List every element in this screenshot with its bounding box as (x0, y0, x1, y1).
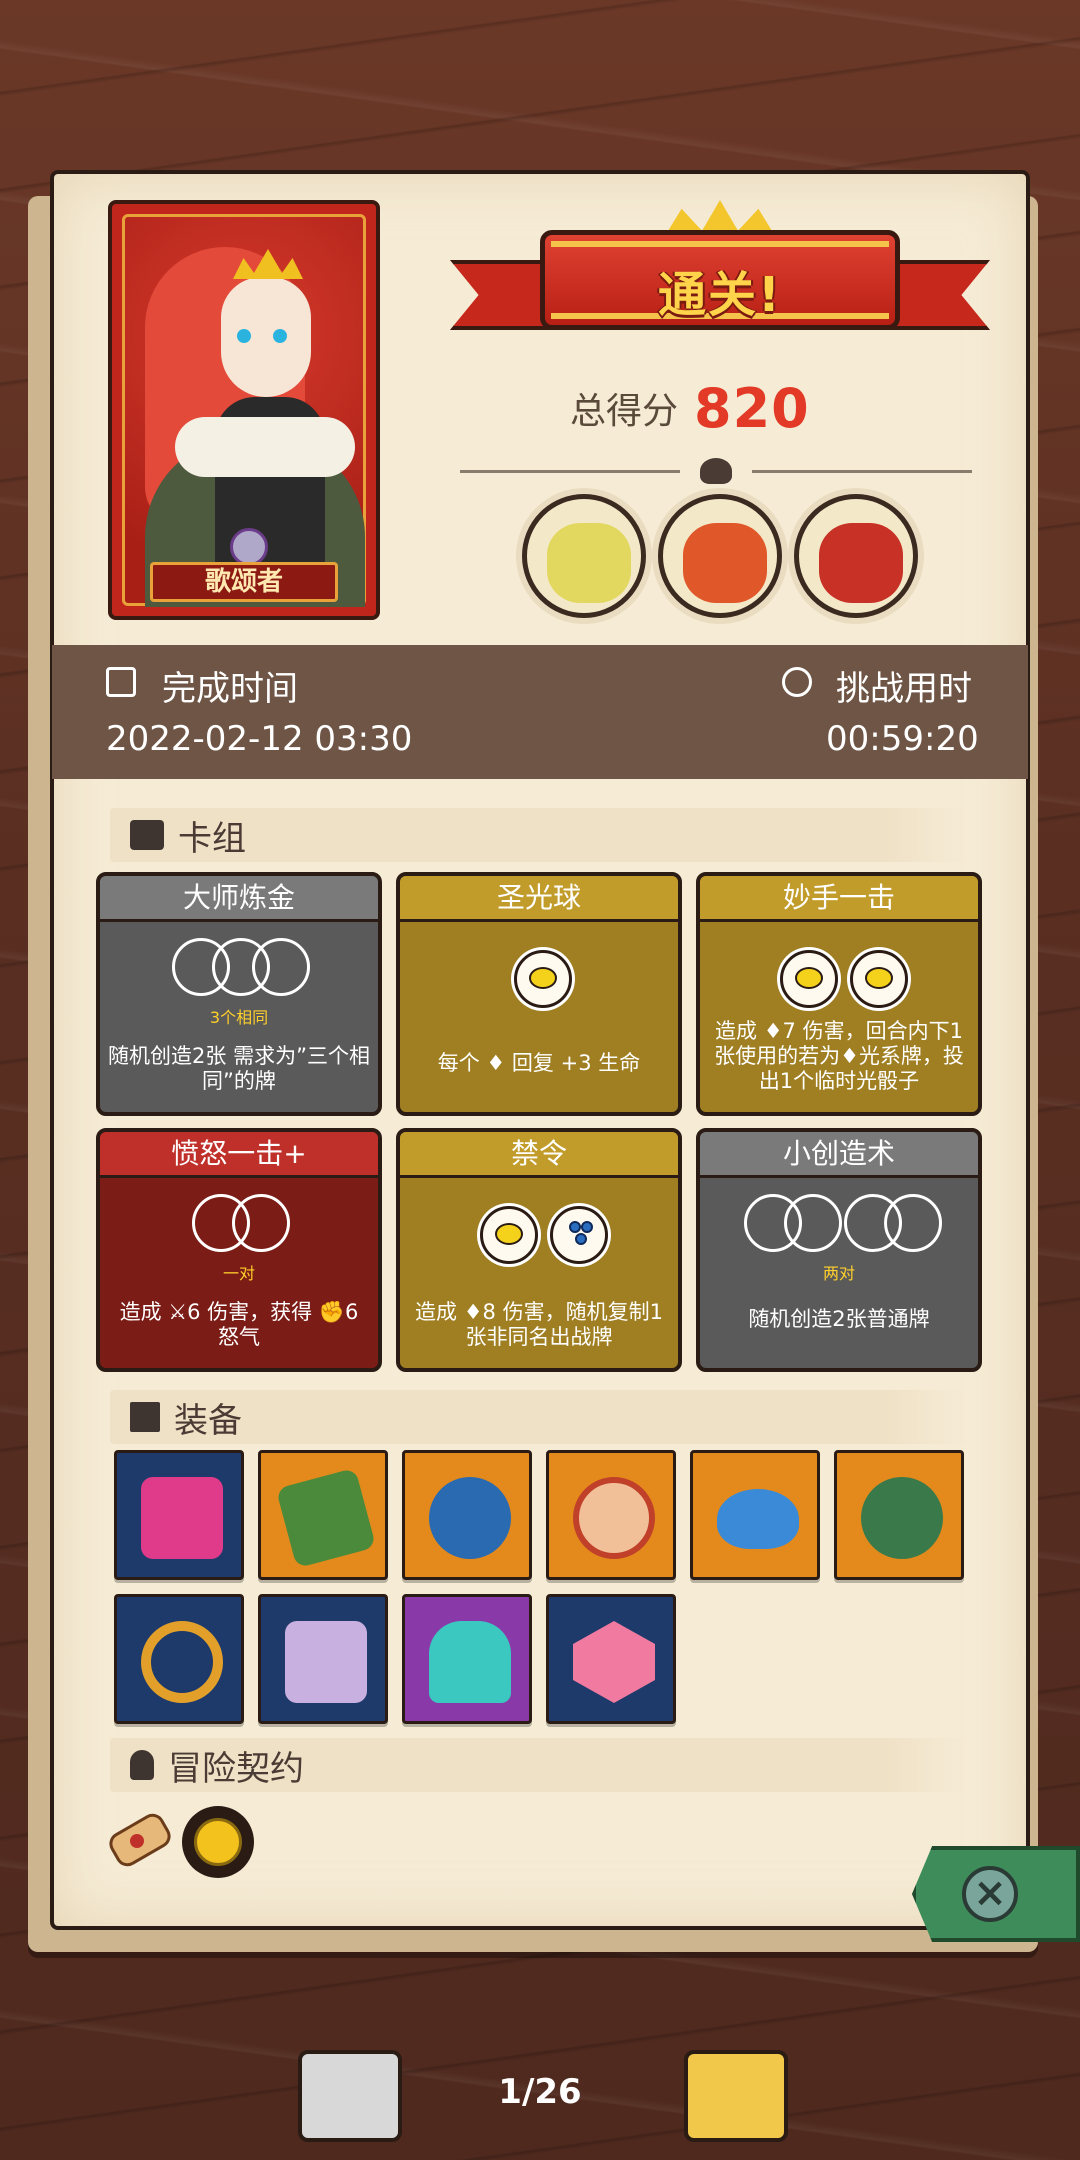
skull-icon (700, 458, 732, 484)
deck-card[interactable]: 小创造术 两对 随机创造2张普通牌 (696, 1128, 982, 1372)
divider-line (460, 470, 680, 473)
spiked-ball-icon[interactable] (402, 1450, 532, 1580)
hero-medal-icon (230, 528, 268, 566)
card-body: 造成 ♦8 伤害，随机复制1张非同名出战牌 (400, 1178, 678, 1368)
victory-banner: 通关! (450, 200, 990, 380)
prev-page-button[interactable] (298, 2050, 402, 2142)
dice-slot (784, 1194, 842, 1252)
lemon-coin-icon[interactable] (180, 1804, 256, 1880)
deck-card[interactable]: 妙手一击 造成 ♦7 伤害，回合内下1张使用的若为♦光系牌，投出1个临时光骰子 (696, 872, 982, 1116)
defeated-bosses (522, 494, 918, 618)
calendar-icon (106, 667, 136, 697)
lemon-dice-slot (514, 950, 572, 1008)
lemon-dice-slot (780, 950, 838, 1008)
divider-line (752, 470, 972, 473)
crystal-crown-icon[interactable] (402, 1594, 532, 1724)
deck-card[interactable]: 愤怒一击+ 一对 造成 ⚔6 伤害，获得 ✊6 怒气 (96, 1128, 382, 1372)
challenge-time-value: 00:59:20 (826, 719, 979, 759)
goblin-king-boss[interactable] (794, 494, 918, 618)
deck-card[interactable]: 禁令 造成 ♦8 伤害，随机复制1张非同名出战牌 (396, 1128, 682, 1372)
berry-icon (569, 1221, 581, 1233)
lemon-icon (495, 1223, 523, 1245)
card-title: 禁令 (400, 1132, 678, 1178)
card-description: 造成 ♦8 伤害，随机复制1张非同名出战牌 (415, 1300, 663, 1349)
donut-charm-icon[interactable] (546, 1450, 676, 1580)
time-info-bar: 完成时间 2022-02-12 03:30 挑战用时 00:59:20 (52, 645, 1028, 779)
bone-dinosaur-boss[interactable] (522, 494, 646, 618)
card-body: 每个 ♦ 回复 +3 生命 (400, 922, 678, 1112)
lemon-dice-slot (480, 1206, 538, 1264)
card-body: 两对 随机创造2张普通牌 (700, 1178, 978, 1368)
hero-eye-right (273, 329, 287, 343)
gem-ring-icon[interactable] (114, 1594, 244, 1724)
hero-fur-collar (175, 417, 355, 477)
banner-title: 通关! (658, 267, 782, 323)
cube-icon (130, 1402, 160, 1432)
score-value: 820 (694, 376, 810, 440)
deck-card[interactable]: 圣光球 每个 ♦ 回复 +3 生命 (396, 872, 682, 1116)
person-icon (130, 1750, 154, 1780)
equipment-section-title: 装备 (174, 1400, 242, 1441)
contract-section-header: 冒险契约 (110, 1738, 970, 1792)
score-row: 总得分 820 (570, 376, 810, 440)
card-requirement: 两对 (822, 1264, 855, 1283)
hero-portrait-card[interactable]: 歌颂者 (108, 200, 380, 620)
hero-eye-left (237, 329, 251, 343)
lemon-icon (529, 967, 557, 989)
card-body: 一对 造成 ⚔6 伤害，获得 ✊6 怒气 (100, 1178, 378, 1368)
score-label: 总得分 (570, 391, 679, 432)
moss-stone-icon[interactable] (258, 1450, 388, 1580)
skull-book-icon[interactable] (258, 1594, 388, 1724)
stopwatch-icon (782, 667, 812, 697)
berry-dice-slot (550, 1206, 608, 1264)
card-title: 大师炼金 (100, 876, 378, 922)
card-body: 3个相同 随机创造2张 需求为”三个相同”的牌 (100, 922, 378, 1112)
lemon-dice-slot (850, 950, 908, 1008)
card-description: 造成 ⚔6 伤害，获得 ✊6 怒气 (119, 1300, 359, 1349)
dice-slot (232, 1194, 290, 1252)
berry-icon (575, 1233, 587, 1245)
card-requirement: 3个相同 (209, 1008, 269, 1027)
totem-icon[interactable] (114, 1450, 244, 1580)
blue-slime-icon[interactable] (690, 1450, 820, 1580)
scroll-icon[interactable] (100, 1804, 176, 1880)
card-body: 造成 ♦7 伤害，回合内下1张使用的若为♦光系牌，投出1个临时光骰子 (700, 922, 978, 1112)
challenge-time-label: 挑战用时 (836, 669, 972, 709)
banner-stripe (551, 241, 889, 247)
card-title: 小创造术 (700, 1132, 978, 1178)
hero-face (221, 277, 311, 397)
lemon-icon (795, 967, 823, 989)
dice-slot (252, 938, 310, 996)
complete-time-value: 2022-02-12 03:30 (106, 719, 413, 759)
card-title: 妙手一击 (700, 876, 978, 922)
page-indicator: 1/26 (498, 2072, 582, 2112)
troll-boss[interactable] (658, 494, 782, 618)
d20-dice-icon[interactable] (546, 1594, 676, 1724)
deck-section-title: 卡组 (178, 818, 246, 859)
card-title: 愤怒一击+ (100, 1132, 378, 1178)
hero-name: 歌颂者 (150, 562, 338, 602)
card-description: 造成 ♦7 伤害，回合内下1张使用的若为♦光系牌，投出1个临时光骰子 (714, 1019, 964, 1093)
card-title: 圣光球 (400, 876, 678, 922)
deck-card[interactable]: 大师炼金 3个相同 随机创造2张 需求为”三个相同”的牌 (96, 872, 382, 1116)
berry-icon (581, 1221, 593, 1233)
contract-section-title: 冒险契约 (168, 1748, 304, 1789)
equipment-section-header: 装备 (110, 1390, 970, 1444)
close-icon[interactable]: × (962, 1866, 1018, 1922)
lemon-icon (865, 967, 893, 989)
complete-time-label: 完成时间 (162, 669, 298, 709)
banner-body: 通关! (540, 230, 900, 330)
dice-slot (884, 1194, 942, 1252)
boss-divider (440, 458, 1000, 484)
card-description: 随机创造2张普通牌 (748, 1307, 930, 1331)
next-page-button[interactable] (684, 2050, 788, 2142)
deck-section-header: 卡组 (110, 808, 970, 862)
card-description: 随机创造2张 需求为”三个相同”的牌 (108, 1044, 370, 1093)
card-description: 每个 ♦ 回复 +3 生命 (437, 1051, 641, 1075)
turtle-shell-icon[interactable] (834, 1450, 964, 1580)
card-requirement: 一对 (222, 1264, 255, 1283)
cards-icon (130, 820, 164, 850)
